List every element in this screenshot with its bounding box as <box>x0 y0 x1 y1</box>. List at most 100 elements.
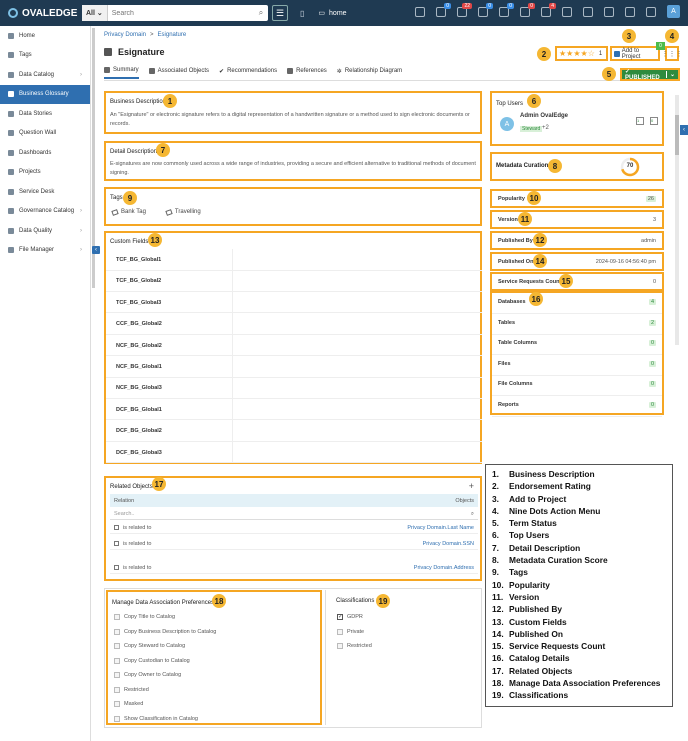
more-users-count[interactable]: +2 <box>542 125 549 131</box>
breadcrumb-current[interactable]: Esignature <box>158 32 187 38</box>
classification-option[interactable]: Private <box>337 628 364 635</box>
custom-field-row[interactable]: DCF_BG_Global3 <box>106 441 482 464</box>
notification-icon-4[interactable]: 0 <box>499 2 514 17</box>
sidebar-item-data-catalog[interactable]: Data Catalog › <box>0 65 90 85</box>
info-icon[interactable] <box>583 6 593 17</box>
sidebar-item-data-quality[interactable]: Data Quality › <box>0 221 90 241</box>
sidebar-item-dashboards[interactable]: Dashboards <box>0 143 90 163</box>
tab-relationship-diagram[interactable]: ✲ Relationship Diagram <box>337 67 402 79</box>
sidebar-item-service-desk[interactable]: Service Desk <box>0 182 90 202</box>
home-tab[interactable]: ▭ home <box>318 9 346 18</box>
search-scope-select[interactable]: All ⌄ <box>82 5 108 21</box>
checkbox[interactable] <box>337 643 343 649</box>
classification-option[interactable]: ✓ GDPR <box>337 614 363 620</box>
bookmark-icon[interactable]: ▯ <box>300 9 304 18</box>
catalog-row-files[interactable]: Files 0 <box>492 355 662 376</box>
checkbox[interactable] <box>114 643 120 649</box>
catalog-count[interactable]: 0 <box>648 381 656 387</box>
related-objects-search-input[interactable]: Search.. ⌕ <box>110 509 478 520</box>
sidebar-item-tags[interactable]: Tags <box>0 46 90 66</box>
checkbox[interactable] <box>114 672 120 678</box>
checkbox[interactable] <box>114 657 120 664</box>
add-relation-icon[interactable]: + <box>469 481 474 491</box>
custom-field-row[interactable]: TCF_BG_Global3 <box>106 291 482 314</box>
checkbox[interactable] <box>114 701 120 707</box>
catalog-row-file-columns[interactable]: File Columns 0 <box>492 375 662 396</box>
notification-icon-2[interactable]: 22 <box>457 2 472 17</box>
top-user-avatar[interactable]: A <box>500 117 514 131</box>
sidebar-item-data-stories[interactable]: Data Stories <box>0 104 90 124</box>
catalog-row-reports[interactable]: Reports 0 <box>492 396 662 417</box>
right-panel-toggle-icon[interactable]: ‹ <box>680 125 688 135</box>
checkbox[interactable]: ✓ <box>337 614 343 620</box>
notification-icon-3[interactable]: 0 <box>478 2 493 17</box>
mdap-option[interactable]: Copy Custodian to Catalog <box>114 657 190 664</box>
related-object-link[interactable]: Privacy Domain.SSN <box>423 541 474 547</box>
checkbox[interactable] <box>114 715 120 722</box>
hamburger-menu-icon[interactable]: ☰ <box>272 5 288 21</box>
checkbox[interactable] <box>114 614 120 620</box>
custom-field-row[interactable]: DCF_BG_Global2 <box>106 420 482 442</box>
sidebar-item-business-glossary[interactable]: Business Glossary <box>0 84 90 104</box>
like-icon[interactable]: 1 <box>636 117 644 125</box>
sidebar-collapse-icon[interactable]: ‹ <box>92 246 100 254</box>
top-user-name[interactable]: Admin OvalEdge <box>520 113 568 119</box>
mdap-option[interactable]: Copy Steward to Catalog <box>114 643 185 649</box>
catalog-row-databases[interactable]: Databases 4 <box>492 293 662 314</box>
business-description-text[interactable]: An "Esignature" or electronic signature … <box>110 111 476 128</box>
mdap-option[interactable]: Restricted <box>114 686 149 693</box>
nine-dots-menu-icon[interactable]: ⋮⋮⋮ <box>662 46 683 61</box>
cloud-icon[interactable] <box>415 6 425 17</box>
settings-icon[interactable] <box>625 6 635 17</box>
star-rating-icon[interactable]: ★★★★☆ <box>559 49 595 58</box>
related-object-link[interactable]: Privacy Domain.Last Name <box>407 525 474 531</box>
tab-summary[interactable]: Summary <box>104 67 139 79</box>
mdap-option[interactable]: Copy Business Description to Catalog <box>114 628 216 635</box>
checkbox[interactable] <box>337 628 343 635</box>
user-avatar[interactable]: A <box>667 5 680 18</box>
custom-field-row[interactable]: NCF_BG_Global1 <box>106 356 482 378</box>
search-icon[interactable]: ⌕ <box>254 5 268 21</box>
custom-field-row[interactable]: NCF_BG_Global2 <box>106 334 482 357</box>
sidebar-item-file-manager[interactable]: File Manager › <box>0 241 90 261</box>
mdap-option[interactable]: Copy Title to Catalog <box>114 614 175 620</box>
sidebar-item-question-wall[interactable]: Question Wall <box>0 124 90 144</box>
sidebar-item-governance-catalog[interactable]: Governance Catalog › <box>0 202 90 222</box>
mdap-option[interactable]: Copy Owner to Catalog <box>114 672 181 678</box>
tab-associated-objects[interactable]: Associated Objects <box>148 67 209 79</box>
scrollbar-thumb[interactable] <box>675 115 679 155</box>
tab-recommendations[interactable]: ✔ Recommendations <box>219 67 277 79</box>
clock-icon[interactable] <box>562 6 572 17</box>
main-scrollbar[interactable] <box>675 95 679 345</box>
add-to-project-button[interactable]: Add to Project <box>610 46 660 61</box>
catalog-count[interactable]: 0 <box>648 401 656 408</box>
catalog-count[interactable]: 4 <box>648 299 656 305</box>
related-object-link[interactable]: Privacy Domain.Address <box>414 565 474 571</box>
endorsement-rating[interactable]: ★★★★☆ 1 <box>555 46 608 61</box>
tab-references[interactable]: References <box>287 67 327 79</box>
tag-item[interactable]: Travelling <box>165 208 201 216</box>
custom-field-row[interactable]: NCF_BG_Global3 <box>106 377 482 399</box>
related-object-row[interactable]: is related to Privacy Domain.Address <box>110 562 478 574</box>
catalog-row-tables[interactable]: Tables 2 <box>492 314 662 335</box>
search-icon[interactable]: ⌕ <box>471 511 474 518</box>
sidebar-item-home[interactable]: Home <box>0 26 90 46</box>
breadcrumb-root[interactable]: Privacy Domain <box>104 32 146 38</box>
custom-field-row[interactable]: DCF_BG_Global1 <box>106 398 482 421</box>
term-status-button[interactable]: ✓ PUBLISHED ⌄ <box>620 68 680 81</box>
sidebar-item-projects[interactable]: Projects <box>0 163 90 183</box>
bell-icon[interactable] <box>646 6 656 17</box>
custom-field-row[interactable]: TCF_BG_Global2 <box>106 270 482 292</box>
comment-icon[interactable]: 0 <box>650 117 658 125</box>
tag-item[interactable]: Bank Tag <box>111 208 146 216</box>
checkbox[interactable] <box>114 686 120 693</box>
checkbox[interactable] <box>114 628 120 635</box>
app-logo[interactable]: OVALEDGE <box>0 8 80 19</box>
custom-field-row[interactable]: CCF_BG_Global2 <box>106 313 482 335</box>
mdap-option[interactable]: Masked <box>114 701 143 707</box>
search-input[interactable] <box>107 5 254 21</box>
catalog-row-table-columns[interactable]: Table Columns 0 <box>492 334 662 355</box>
catalog-count[interactable]: 0 <box>648 360 656 367</box>
detail-description-text[interactable]: E-signatures are now commonly used acros… <box>110 160 476 177</box>
related-object-row[interactable]: is related to Privacy Domain.SSN <box>110 538 478 550</box>
